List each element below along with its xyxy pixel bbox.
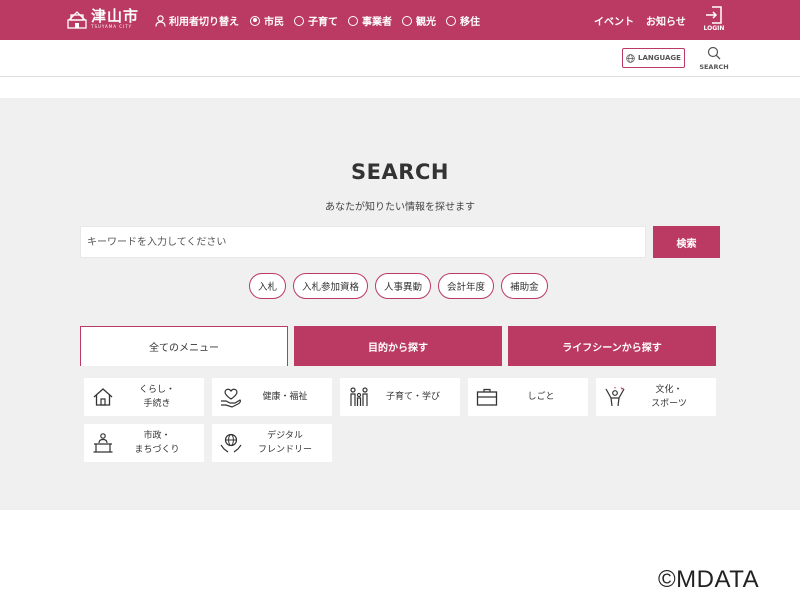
language-label: LANGUAGE xyxy=(638,54,681,62)
user-icon xyxy=(155,14,166,27)
search-icon xyxy=(707,46,721,60)
search-input[interactable] xyxy=(80,226,646,258)
house-icon xyxy=(93,388,113,406)
events-link[interactable]: イベント xyxy=(594,13,634,28)
menu-card-health[interactable]: 健康・福祉 xyxy=(212,378,332,416)
user-type-radio[interactable]: 子育て xyxy=(294,13,338,28)
popular-tags: 入札 入札参加資格 人事異動 会計年度 補助金 xyxy=(249,273,555,299)
news-link[interactable]: お知らせ xyxy=(646,13,686,28)
search-title: SEARCH xyxy=(351,160,449,184)
cheer-icon xyxy=(605,387,625,407)
utility-bar: LANGUAGE SEARCH xyxy=(0,40,800,77)
menu-label: 健康・福祉 xyxy=(262,392,308,402)
radio-label: 移住 xyxy=(460,17,480,28)
heart-hand-icon xyxy=(221,388,241,408)
radio-label: 子育て xyxy=(308,17,338,28)
radio-circle-icon xyxy=(446,15,456,26)
family-icon xyxy=(350,387,368,406)
menu-label: 文化・ スポーツ xyxy=(651,385,687,409)
menu-label: くらし・ 手続き xyxy=(138,385,175,409)
user-switch-text: 利用者切り替え xyxy=(169,17,239,28)
header-search-label: SEARCH xyxy=(699,63,729,71)
language-button[interactable]: LANGUAGE xyxy=(622,48,685,68)
menu-card-culture[interactable]: 文化・ スポーツ xyxy=(596,378,716,416)
tag-button[interactable]: 補助金 xyxy=(501,273,548,299)
radio-label: 市民 xyxy=(264,17,284,28)
top-bar: 津山市 TSUYAMA CITY 利用者切り替え 市民 子育て 事業者 観光 移住 イベ… xyxy=(0,0,800,40)
tag-button[interactable]: 会計年度 xyxy=(438,273,495,299)
briefcase-icon xyxy=(476,388,498,406)
radio-label: 観光 xyxy=(416,17,436,28)
menu-label: しごと xyxy=(527,392,555,402)
user-type-radio[interactable]: 移住 xyxy=(446,13,480,28)
menu-tabs: 全てのメニュー 目的から探す ライフシーンから探す xyxy=(80,326,720,366)
logo-text: 津山市 xyxy=(91,6,140,25)
menu-card-city-planning[interactable]: 市政・ まちづくり xyxy=(84,424,204,462)
user-switch-label: 利用者切り替え xyxy=(155,13,239,28)
tag-button[interactable]: 入札参加資格 xyxy=(293,273,369,299)
tag-button[interactable]: 入札 xyxy=(249,273,287,299)
site-logo[interactable]: 津山市 TSUYAMA CITY xyxy=(66,8,139,30)
top-links: イベント お知らせ xyxy=(594,13,698,28)
castle-logo-icon xyxy=(67,11,87,29)
menu-label: 市政・ まちづくり xyxy=(134,431,180,455)
search-section: SEARCH あなたが知りたい情報を探せます 検索 入札 入札参加資格 人事異動… xyxy=(0,98,800,510)
menu-label: デジタル フレンドリー xyxy=(257,431,312,455)
radio-circle-icon xyxy=(402,15,412,26)
user-type-radio[interactable]: 観光 xyxy=(402,13,436,28)
login-label: LOGIN xyxy=(703,25,725,32)
watermark: ©MDATA xyxy=(658,566,760,593)
menu-card-childcare[interactable]: 子育て・学び xyxy=(340,378,460,416)
tab-by-purpose[interactable]: 目的から探す xyxy=(294,326,502,366)
user-type-radio-group: 市民 子育て 事業者 観光 移住 xyxy=(250,13,490,28)
menu-card-living[interactable]: くらし・ 手続き xyxy=(84,378,204,416)
menu-label: 子育て・学び xyxy=(385,392,440,402)
tag-button[interactable]: 人事異動 xyxy=(375,273,432,299)
search-subtitle: あなたが知りたい情報を探せます xyxy=(325,202,475,213)
radio-circle-icon xyxy=(348,15,358,26)
menu-card-work[interactable]: しごと xyxy=(468,378,588,416)
podium-icon xyxy=(93,433,113,453)
menu-card-digital[interactable]: デジタル フレンドリー xyxy=(212,424,332,462)
login-icon xyxy=(706,6,722,24)
globe-hand-icon xyxy=(220,433,242,453)
radio-circle-icon xyxy=(250,15,260,26)
tab-all-menu[interactable]: 全てのメニュー xyxy=(80,326,288,366)
user-type-radio[interactable]: 市民 xyxy=(250,13,284,28)
login-button[interactable]: LOGIN xyxy=(700,6,728,32)
logo-subtext: TSUYAMA CITY xyxy=(91,23,133,29)
header-search-button[interactable]: SEARCH xyxy=(698,46,730,71)
search-button[interactable]: 検索 xyxy=(653,226,720,258)
radio-label: 事業者 xyxy=(362,17,392,28)
tab-by-life-scene[interactable]: ライフシーンから探す xyxy=(508,326,716,366)
radio-circle-icon xyxy=(294,15,304,26)
globe-icon xyxy=(626,53,635,63)
user-type-radio[interactable]: 事業者 xyxy=(348,13,392,28)
